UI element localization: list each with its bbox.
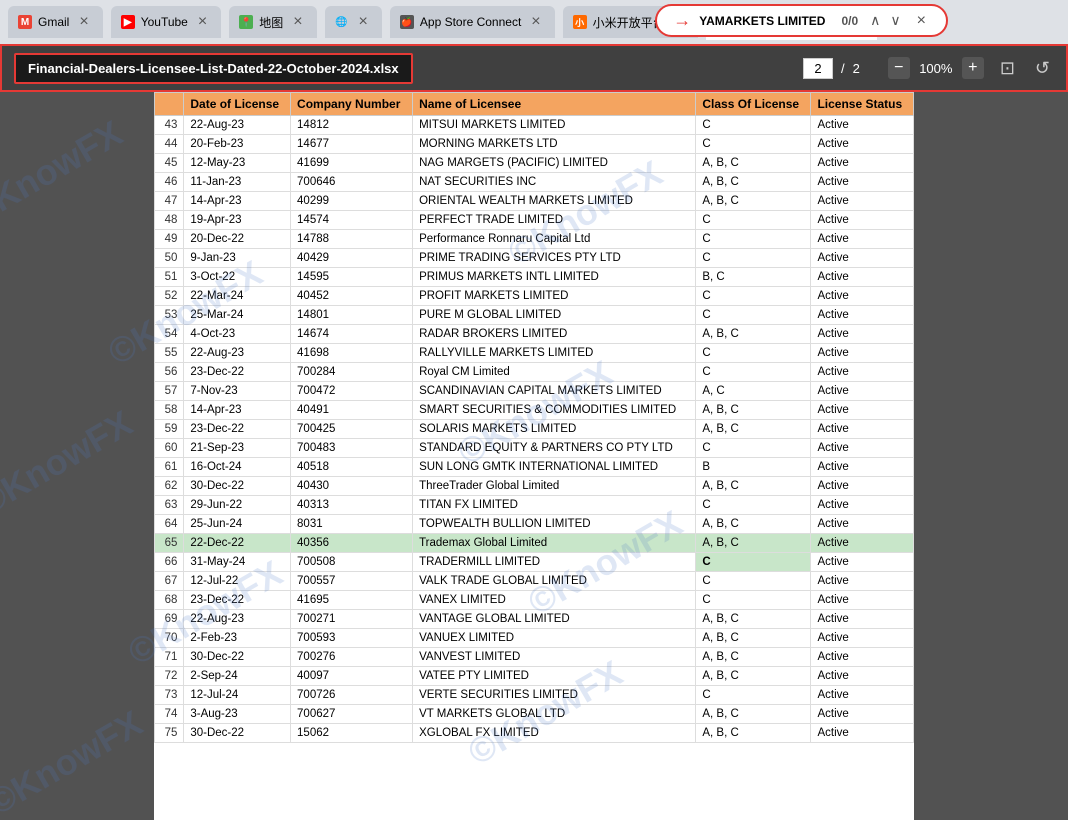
table-row: 4920-Dec-2214788Performance Ronnaru Capi… xyxy=(155,230,914,249)
table-row: 4420-Feb-2314677MORNING MARKETS LTDCActi… xyxy=(155,135,914,154)
table-row: 702-Feb-23700593VANUEX LIMITEDA, B, CAct… xyxy=(155,629,914,648)
page-separator: / xyxy=(841,61,845,76)
xiaomi-favicon: 小 xyxy=(573,15,587,29)
tab-youtube[interactable]: ▶ YouTube × xyxy=(111,6,222,38)
table-row: 743-Aug-23700627VT MARKETS GLOBAL LTDA, … xyxy=(155,705,914,724)
licensee-table: Date of License Company Number Name of L… xyxy=(154,92,914,743)
table-row: 5325-Mar-2414801PURE M GLOBAL LIMITEDCAc… xyxy=(155,306,914,325)
close-maps-tab[interactable]: × xyxy=(289,13,306,31)
table-row: 4819-Apr-2314574PERFECT TRADE LIMITEDCAc… xyxy=(155,211,914,230)
search-close-btn[interactable]: × xyxy=(913,12,930,30)
search-match-count: 0/0 xyxy=(841,14,858,28)
table-row: 6425-Jun-248031TOPWEALTH BULLION LIMITED… xyxy=(155,515,914,534)
close-youtube-tab[interactable]: × xyxy=(194,13,211,31)
zoom-controls: − 100% + xyxy=(888,57,984,79)
table-row: 6021-Sep-23700483STANDARD EQUITY & PARTN… xyxy=(155,439,914,458)
table-header-row: Date of License Company Number Name of L… xyxy=(155,93,914,116)
col-header-status: License Status xyxy=(811,93,914,116)
zoom-level-display: 100% xyxy=(916,61,956,76)
youtube-favicon: ▶ xyxy=(121,15,135,29)
table-row: 5814-Apr-2340491SMART SECURITIES & COMMO… xyxy=(155,401,914,420)
fit-page-btn[interactable]: ⊡ xyxy=(996,56,1019,81)
tab-youtube-label: YouTube xyxy=(141,15,188,29)
search-arrow-icon: → xyxy=(673,10,691,31)
tab-gmail[interactable]: M Gmail × xyxy=(8,6,103,38)
table-row: 7530-Dec-2215062XGLOBAL FX LIMITEDA, B, … xyxy=(155,724,914,743)
table-row: 6522-Dec-2240356Trademax Global LimitedA… xyxy=(155,534,914,553)
page-navigation: / 2 xyxy=(803,58,860,79)
table-row: 4322-Aug-2314812MITSUI MARKETS LIMITEDCA… xyxy=(155,116,914,135)
tab-xiaomi-label: 小米开放平台 xyxy=(593,14,665,31)
page-current-input[interactable] xyxy=(803,58,833,79)
globe-favicon: 🌐 xyxy=(335,15,349,29)
table-row: 6712-Jul-22700557VALK TRADE GLOBAL LIMIT… xyxy=(155,572,914,591)
table-row: 6116-Oct-2440518SUN LONG GMTK INTERNATIO… xyxy=(155,458,914,477)
zoom-in-btn[interactable]: + xyxy=(962,57,984,79)
licensee-table-container: Date of License Company Number Name of L… xyxy=(154,92,914,820)
file-title: Financial-Dealers-Licensee-List-Dated-22… xyxy=(14,53,413,84)
tab-appstore[interactable]: 🍎 App Store Connect × xyxy=(390,6,555,38)
col-header-class: Class Of License xyxy=(696,93,811,116)
close-gmail-tab[interactable]: × xyxy=(75,13,92,31)
browser-search-bar[interactable]: → YAMARKETS LIMITED 0/0 ∧ ∨ × xyxy=(655,4,948,37)
col-header-date: Date of License xyxy=(184,93,291,116)
search-term: YAMARKETS LIMITED xyxy=(699,14,825,28)
table-row: 6631-May-24700508TRADERMILL LIMITEDCActi… xyxy=(155,553,914,572)
pdf-content-area: ©KnowFX ©KnowFX ©KnowFX ©KnowFX ©KnowFX … xyxy=(0,92,1068,820)
col-header-company: Company Number xyxy=(291,93,413,116)
table-row: 544-Oct-2314674RADAR BROKERS LIMITEDA, B… xyxy=(155,325,914,344)
pdf-toolbar: Financial-Dealers-Licensee-List-Dated-22… xyxy=(0,44,1068,92)
search-prev-btn[interactable]: ∧ xyxy=(866,10,884,31)
close-globe-tab[interactable]: × xyxy=(355,13,372,31)
maps-favicon: 📍 xyxy=(239,15,253,29)
table-row: 6922-Aug-23700271VANTAGE GLOBAL LIMITEDA… xyxy=(155,610,914,629)
table-row: 577-Nov-23700472SCANDINAVIAN CAPITAL MAR… xyxy=(155,382,914,401)
table-row: 6329-Jun-2240313TITAN FX LIMITEDCActive xyxy=(155,496,914,515)
rotate-btn[interactable]: ↺ xyxy=(1031,56,1054,81)
gmail-favicon: M xyxy=(18,15,32,29)
zoom-out-btn[interactable]: − xyxy=(888,57,910,79)
table-row: 4714-Apr-2340299ORIENTAL WEALTH MARKETS … xyxy=(155,192,914,211)
table-row: 6823-Dec-2241695VANEX LIMITEDCActive xyxy=(155,591,914,610)
tab-maps[interactable]: 📍 地图 × xyxy=(229,6,316,38)
appstore-favicon: 🍎 xyxy=(400,15,414,29)
tab-appstore-label: App Store Connect xyxy=(420,15,521,29)
table-row: 4512-May-2341699NAG MARGETS (PACIFIC) LI… xyxy=(155,154,914,173)
table-row: 722-Sep-2440097VATEE PTY LIMITEDA, B, CA… xyxy=(155,667,914,686)
table-row: 509-Jan-2340429PRIME TRADING SERVICES PT… xyxy=(155,249,914,268)
table-row: 5923-Dec-22700425SOLARIS MARKETS LIMITED… xyxy=(155,420,914,439)
table-row: 5623-Dec-22700284Royal CM LimitedCActive xyxy=(155,363,914,382)
search-next-btn[interactable]: ∨ xyxy=(886,10,904,31)
tab-globe[interactable]: 🌐 × xyxy=(325,6,382,38)
table-row: 7312-Jul-24700726VERTE SECURITIES LIMITE… xyxy=(155,686,914,705)
col-header-name: Name of Licensee xyxy=(413,93,696,116)
table-row: 4611-Jan-23700646NAT SECURITIES INCA, B,… xyxy=(155,173,914,192)
tab-maps-label: 地图 xyxy=(259,14,283,31)
col-header-num xyxy=(155,93,184,116)
table-row: 513-Oct-2214595PRIMUS MARKETS INTL LIMIT… xyxy=(155,268,914,287)
table-row: 6230-Dec-2240430ThreeTrader Global Limit… xyxy=(155,477,914,496)
browser-tab-bar: M Gmail × ▶ YouTube × 📍 地图 × 🌐 × 🍎 App S… xyxy=(0,0,1068,44)
page-total: 2 xyxy=(853,61,860,76)
table-row: 7130-Dec-22700276VANVEST LIMITEDA, B, CA… xyxy=(155,648,914,667)
search-nav-arrows: ∧ ∨ xyxy=(866,10,905,31)
table-row: 5222-Mar-2440452PROFIT MARKETS LIMITEDCA… xyxy=(155,287,914,306)
tab-gmail-label: Gmail xyxy=(38,15,69,29)
table-row: 5522-Aug-2341698RALLYVILLE MARKETS LIMIT… xyxy=(155,344,914,363)
close-appstore-tab[interactable]: × xyxy=(527,13,544,31)
